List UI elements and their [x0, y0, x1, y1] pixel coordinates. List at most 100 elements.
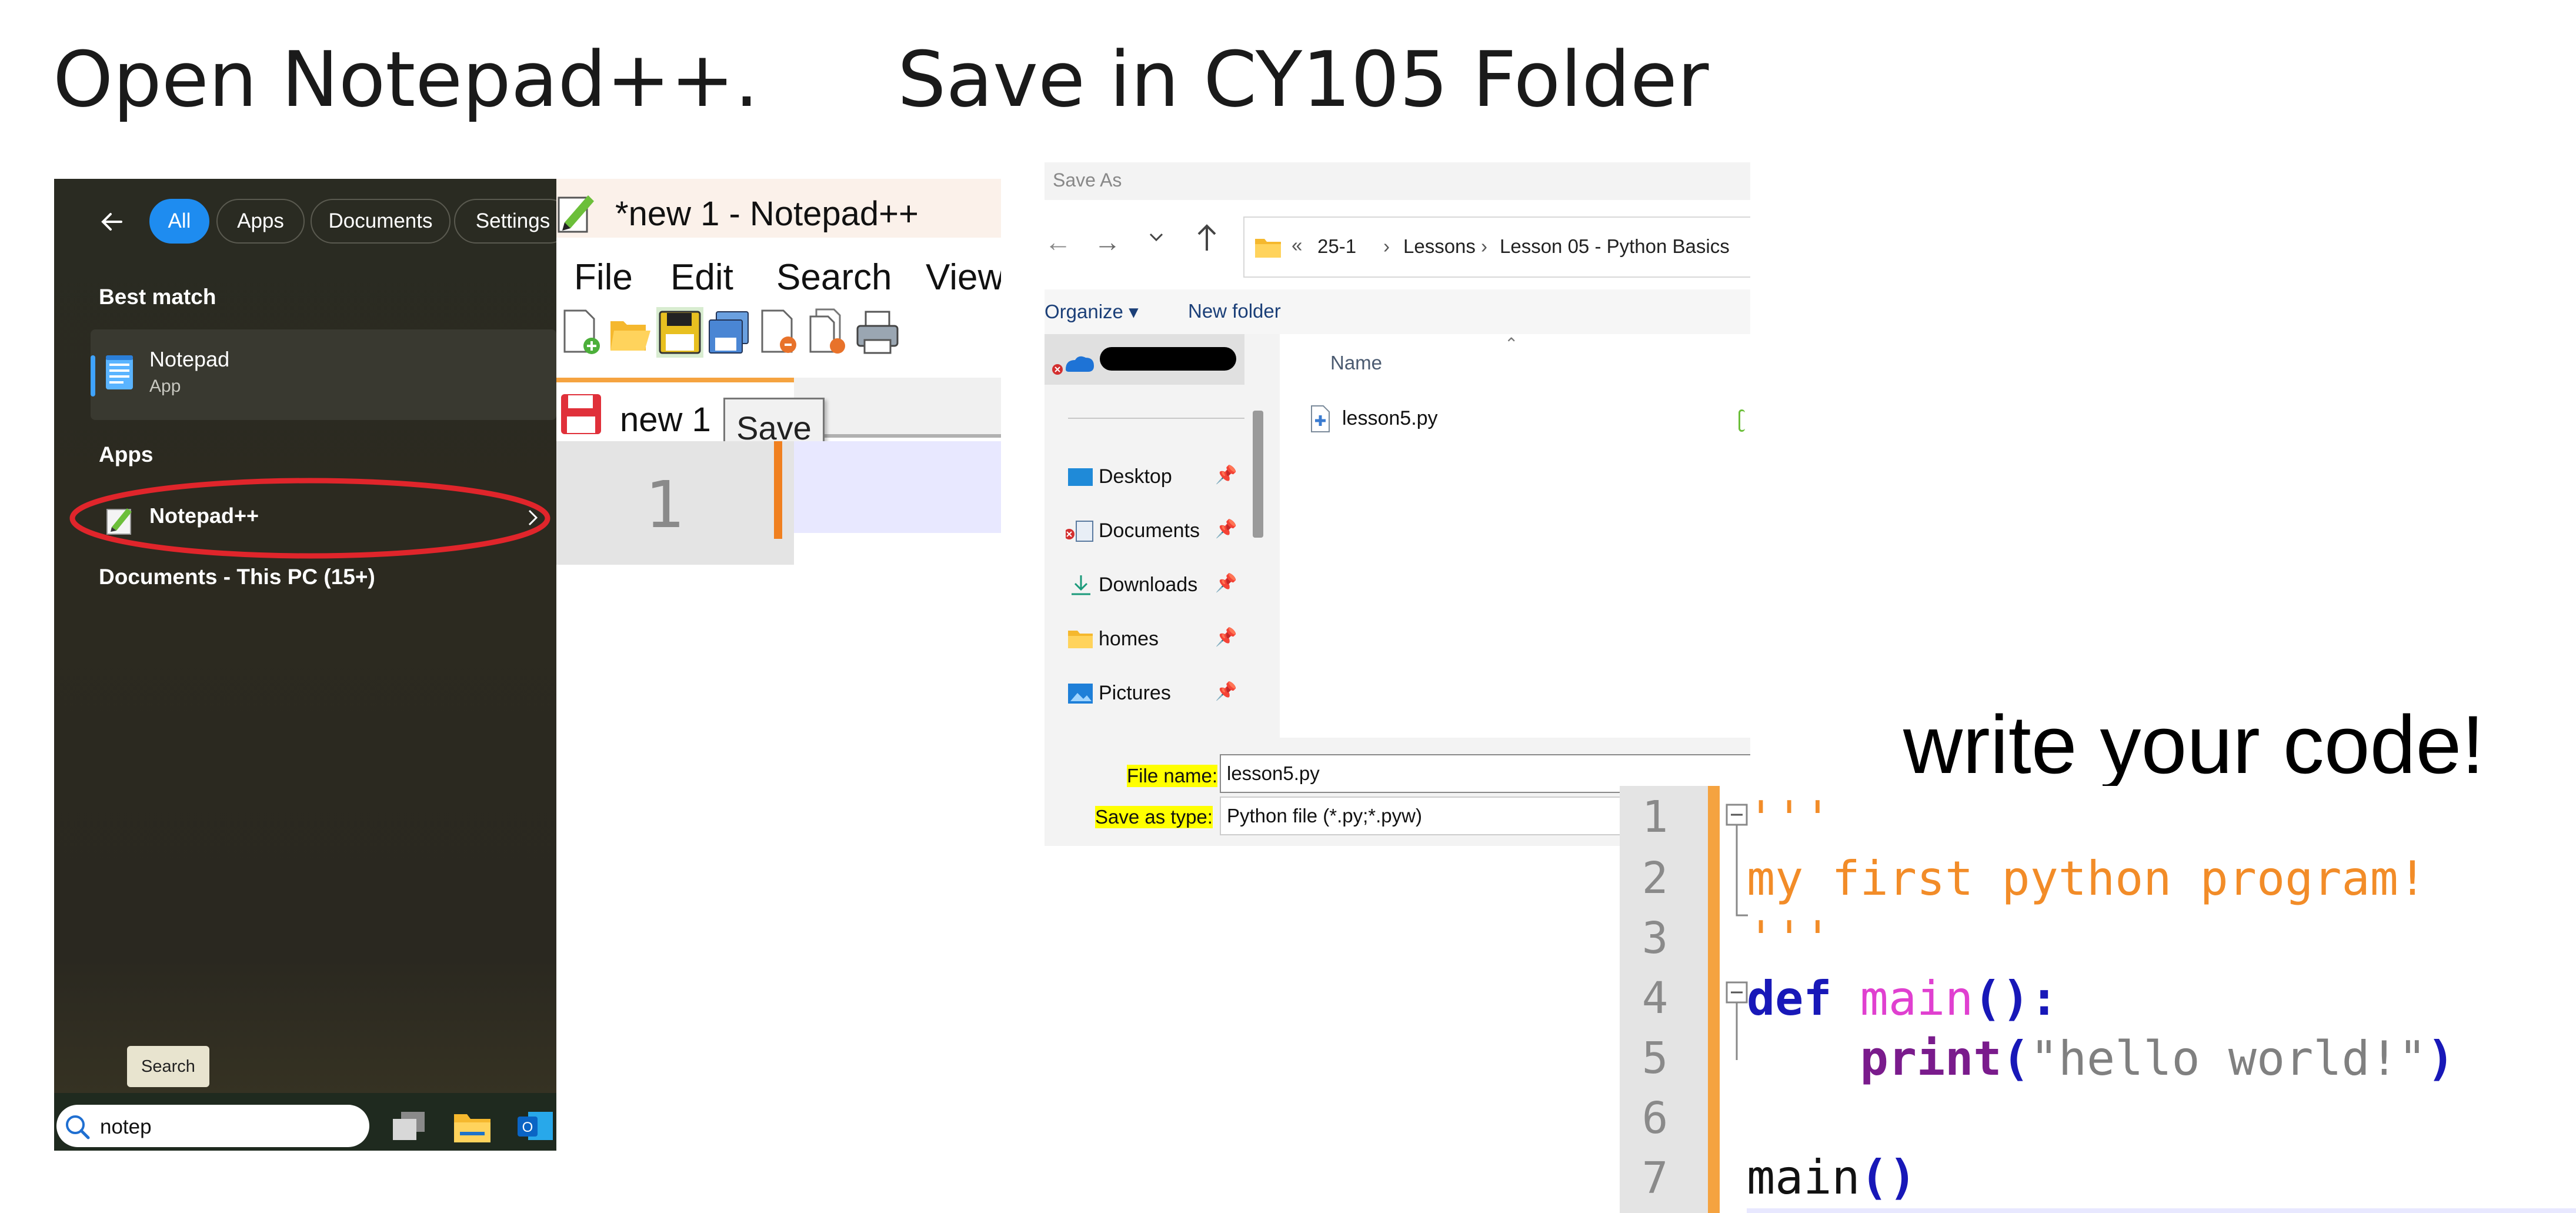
address-bar[interactable]: « 25-1 › Lessons › Lesson 05 - Python Ba…	[1243, 216, 1750, 278]
open-file-icon[interactable]	[607, 307, 654, 358]
current-line-highlight[interactable]	[794, 441, 1001, 533]
filter-settings[interactable]: Settings	[454, 199, 556, 244]
selection-accent	[91, 355, 95, 396]
line-number: 1	[645, 467, 684, 542]
fold-box-icon[interactable]	[1726, 804, 1749, 921]
save-type-value: Python file (*.py;*.pyw)	[1227, 805, 1422, 827]
overflow-chevron-icon[interactable]: «	[1292, 234, 1302, 256]
file-lesson5[interactable]: lesson5.py	[1342, 407, 1438, 430]
save-icon[interactable]	[656, 307, 703, 358]
fold-box-icon[interactable]	[1726, 981, 1749, 1064]
sync-status-icon	[1739, 409, 1745, 432]
tab-unsaved-icon	[559, 392, 603, 436]
outlook-icon[interactable]: O	[516, 1108, 554, 1144]
column-header-name[interactable]: Name	[1330, 352, 1382, 374]
filter-documents[interactable]: Documents	[311, 199, 451, 244]
address-folder-icon	[1254, 235, 1282, 259]
call-name: main	[1747, 1150, 1860, 1205]
heading-save-folder: Save in CY105 Folder	[897, 35, 1709, 124]
start-menu-panel: All Apps Documents Settings Best match N…	[54, 179, 556, 1151]
notepadpp-window: *new 1 - Notepad++ File Edit Search View…	[556, 179, 1001, 565]
svg-text:O: O	[522, 1119, 533, 1135]
new-file-icon[interactable]	[558, 307, 605, 358]
best-match-notepad[interactable]	[91, 329, 556, 420]
filter-apps[interactable]: Apps	[216, 199, 305, 244]
recent-dropdown-icon[interactable]	[1144, 226, 1168, 249]
nav-homes[interactable]: homes	[1066, 621, 1159, 657]
nav-documents[interactable]: Documents	[1066, 513, 1200, 548]
def-keyword: def	[1747, 971, 1832, 1026]
line-number-6: 6	[1641, 1093, 1669, 1144]
task-view-icon[interactable]	[388, 1108, 429, 1144]
pin-icon: 📌	[1215, 519, 1237, 539]
save-all-icon[interactable]	[706, 307, 753, 358]
dialog-title: Save As	[1053, 169, 1122, 191]
heading-open-notepadpp: Open Notepad++.	[53, 35, 759, 124]
file-name-value: lesson5.py	[1227, 762, 1320, 784]
code-line-4: def main():	[1747, 975, 2058, 1022]
back-icon[interactable]: ←	[1045, 226, 1072, 258]
pin-icon: 📌	[1215, 574, 1237, 593]
new-folder-button[interactable]: New folder	[1188, 300, 1281, 322]
up-arrow-icon[interactable]	[1194, 221, 1220, 254]
notepad-type: App	[149, 376, 181, 396]
print-close-paren: )	[2426, 1031, 2455, 1086]
documents-this-pc-label: Documents - This PC (15+)	[99, 565, 375, 589]
breadcrumb-25-1[interactable]: 25-1	[1317, 235, 1356, 258]
line-number-1: 1	[1641, 792, 1669, 842]
code-line-3: '''	[1747, 911, 1832, 966]
menu-view[interactable]: View	[926, 256, 1001, 298]
menu-search[interactable]: Search	[776, 256, 892, 298]
save-type-label: Save as type:	[1095, 806, 1213, 828]
code-line-7: main()	[1747, 1154, 1917, 1201]
downloads-icon	[1072, 575, 1090, 595]
nav-downloads[interactable]: Downloads	[1066, 567, 1197, 602]
line-number-3: 3	[1641, 913, 1669, 964]
print-keyword: print	[1860, 1031, 2002, 1086]
filter-all[interactable]: All	[149, 199, 209, 244]
line-number-5: 5	[1641, 1033, 1669, 1084]
print-icon[interactable]	[854, 307, 901, 358]
notepad-app-icon	[104, 354, 136, 392]
pin-icon: 📌	[1215, 682, 1237, 701]
nav-scrollbar-thumb[interactable]	[1253, 411, 1263, 538]
fold-margin	[774, 441, 782, 539]
close-file-icon[interactable]	[755, 307, 802, 358]
menu-edit[interactable]: Edit	[670, 256, 733, 298]
highlight-circle	[66, 474, 554, 562]
search-text: notep	[100, 1115, 152, 1138]
documents-icon	[1066, 521, 1093, 542]
line-number-4: 4	[1641, 973, 1669, 1024]
menu-file[interactable]: File	[574, 256, 633, 298]
search-tooltip: Search	[127, 1046, 209, 1087]
best-match-label: Best match	[99, 285, 216, 309]
nav-desktop[interactable]: Desktop	[1066, 459, 1172, 494]
code-line-1: '''	[1747, 791, 1832, 846]
apps-label: Apps	[99, 442, 154, 466]
call-parens: ()	[1860, 1150, 1917, 1205]
function-name: main	[1860, 971, 1974, 1026]
back-arrow-icon[interactable]	[98, 207, 127, 236]
print-string: "hello world!"	[2030, 1031, 2427, 1086]
code-editor: 1 2 3 4 5 6 7 ''' my first python progra…	[1620, 786, 2576, 1213]
current-line-highlight	[1747, 1208, 2576, 1213]
tab-label: new 1	[620, 401, 711, 439]
file-explorer-icon[interactable]	[452, 1106, 493, 1145]
change-history-margin	[1708, 786, 1720, 1213]
breadcrumb-lessons[interactable]: Lessons	[1403, 235, 1476, 258]
organize-label: Organize	[1045, 301, 1123, 322]
notepad-label: Notepad	[149, 347, 230, 371]
forward-icon[interactable]: →	[1094, 226, 1121, 258]
code-line-2: my first python program!	[1747, 851, 2427, 906]
close-all-icon[interactable]	[805, 307, 852, 358]
nav-pictures[interactable]: Pictures	[1066, 675, 1171, 711]
pictures-icon	[1068, 684, 1093, 704]
notepadpp-title: *new 1 - Notepad++	[615, 195, 919, 233]
breadcrumb-lesson-05[interactable]: Lesson 05 - Python Basics	[1500, 235, 1730, 258]
organize-button[interactable]: Organize ▾	[1045, 300, 1139, 323]
breadcrumb-sep-icon: ›	[1383, 235, 1390, 257]
python-file-icon	[1308, 405, 1332, 433]
print-open-paren: (	[2001, 1031, 2030, 1086]
nav-divider	[1068, 418, 1244, 419]
line-number-2: 2	[1641, 853, 1669, 904]
